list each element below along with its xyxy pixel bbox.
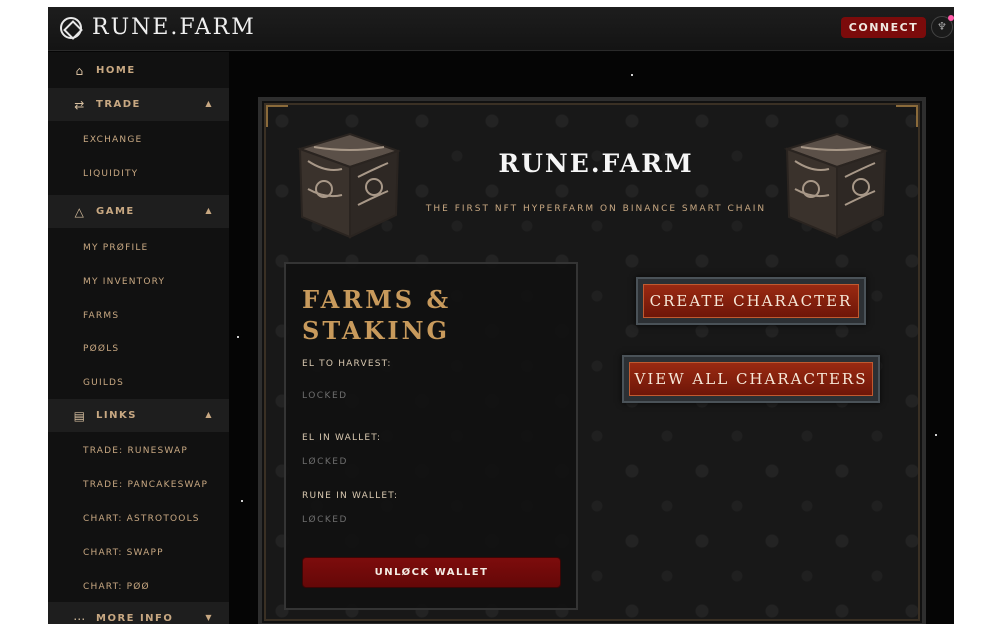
hero-panel: RUNE.FARM THE FIRST NFT HYPERFARM ON BIN… bbox=[258, 97, 926, 624]
star-decoration bbox=[241, 500, 243, 502]
el-to-harvest-label: EL TO HARVEST: bbox=[302, 359, 392, 369]
more-dots-icon: ⋯ bbox=[73, 611, 87, 625]
rune-cube-icon bbox=[296, 132, 402, 239]
top-bar: RUNE.FARM CONNECT ♆ bbox=[48, 7, 954, 51]
sidebar-section-more-info[interactable]: ⋯ MORE INFO ▼ bbox=[48, 602, 229, 624]
sidebar-item-farms[interactable]: FARMS bbox=[48, 299, 229, 332]
sidebar-item-liquidity[interactable]: LIQUIDITY bbox=[48, 157, 229, 190]
sidebar-item-label: GAME bbox=[96, 206, 135, 217]
sidebar-item-label: HOME bbox=[96, 65, 136, 76]
sidebar-item-pools[interactable]: PØØLS bbox=[48, 332, 229, 365]
rune-in-wallet-value: LØCKED bbox=[302, 515, 348, 525]
el-in-wallet-label: EL IN WALLET: bbox=[302, 433, 382, 443]
main-content: RUNE.FARM THE FIRST NFT HYPERFARM ON BIN… bbox=[229, 52, 954, 624]
sidebar-item-label: MORE INFO bbox=[96, 613, 174, 624]
star-decoration bbox=[935, 434, 937, 436]
rune-cube-icon bbox=[783, 132, 889, 239]
chart-icon: ▤ bbox=[73, 408, 87, 423]
rune-logo-icon bbox=[60, 16, 82, 39]
avatar-icon: ♆ bbox=[937, 20, 947, 33]
unlock-wallet-button[interactable]: UNLØCK WALLET bbox=[302, 557, 561, 588]
sidebar-item-chart-astrotools[interactable]: CHART: ASTROTOOLS bbox=[48, 502, 229, 535]
create-character-button[interactable]: CREATE CHARACTER bbox=[636, 277, 866, 325]
sidebar-item-guilds[interactable]: GUILDS bbox=[48, 366, 229, 399]
sidebar-section-links[interactable]: ▤ LINKS ▲ bbox=[48, 399, 229, 432]
connect-button[interactable]: CONNECT bbox=[841, 17, 926, 38]
dice-icon: △ bbox=[74, 204, 86, 219]
home-icon: ⌂ bbox=[75, 63, 85, 78]
star-decoration bbox=[237, 336, 239, 338]
app-window: RUNE.FARM CONNECT ♆ ⌂ HOME ⇄ TRADE ▲ EXC… bbox=[48, 7, 954, 624]
chevron-up-icon: ▲ bbox=[205, 206, 213, 215]
ornament-corner-icon bbox=[266, 105, 288, 127]
swap-arrows-icon: ⇄ bbox=[74, 97, 86, 112]
el-in-wallet-value: LØCKED bbox=[302, 457, 348, 467]
sidebar-item-exchange[interactable]: EXCHANGE bbox=[48, 123, 229, 156]
star-decoration bbox=[631, 74, 633, 76]
page-subtitle: THE FIRST NFT HYPERFARM ON BINANCE SMART… bbox=[425, 204, 767, 214]
sidebar-item-my-profile[interactable]: MY PRØFILE bbox=[48, 231, 229, 264]
sidebar: ⌂ HOME ⇄ TRADE ▲ EXCHANGE LIQUIDITY △ GA… bbox=[48, 52, 229, 624]
chevron-up-icon: ▲ bbox=[205, 99, 213, 108]
chevron-up-icon: ▲ bbox=[205, 410, 213, 419]
logo-text: RUNE.FARM bbox=[92, 15, 256, 40]
farms-staking-title: FARMS & STAKING bbox=[302, 285, 452, 345]
page-title: RUNE.FARM bbox=[498, 149, 694, 178]
sidebar-section-game[interactable]: △ GAME ▲ bbox=[48, 195, 229, 228]
create-character-label: CREATE CHARACTER bbox=[643, 284, 859, 318]
sidebar-section-trade[interactable]: ⇄ TRADE ▲ bbox=[48, 88, 229, 121]
rune-in-wallet-label: RUNE IN WALLET: bbox=[302, 491, 399, 501]
sidebar-item-label: LINKS bbox=[96, 410, 137, 421]
chevron-down-icon: ▼ bbox=[205, 613, 213, 622]
avatar[interactable]: ♆ bbox=[931, 15, 954, 38]
view-all-characters-button[interactable]: VIEW ALL CHARACTERS bbox=[622, 355, 880, 403]
sidebar-item-trade-pancakeswap[interactable]: TRADE: PANCAKESWAP bbox=[48, 468, 229, 501]
sidebar-item-my-inventory[interactable]: MY INVENTORY bbox=[48, 265, 229, 298]
logo[interactable]: RUNE.FARM bbox=[60, 15, 256, 40]
el-to-harvest-value: LOCKED bbox=[302, 391, 348, 401]
sidebar-item-home[interactable]: ⌂ HOME bbox=[48, 54, 229, 87]
sidebar-item-trade-runeswap[interactable]: TRADE: RUNESWAP bbox=[48, 434, 229, 467]
view-all-characters-label: VIEW ALL CHARACTERS bbox=[629, 362, 873, 396]
farms-staking-card: FARMS & STAKING EL TO HARVEST: LOCKED EL… bbox=[284, 262, 578, 610]
sidebar-item-label: TRADE bbox=[96, 99, 141, 110]
sidebar-item-chart-poo[interactable]: CHART: PØØ bbox=[48, 570, 229, 603]
ornament-corner-icon bbox=[896, 105, 918, 127]
sidebar-item-chart-swapp[interactable]: CHART: SWAPP bbox=[48, 536, 229, 569]
